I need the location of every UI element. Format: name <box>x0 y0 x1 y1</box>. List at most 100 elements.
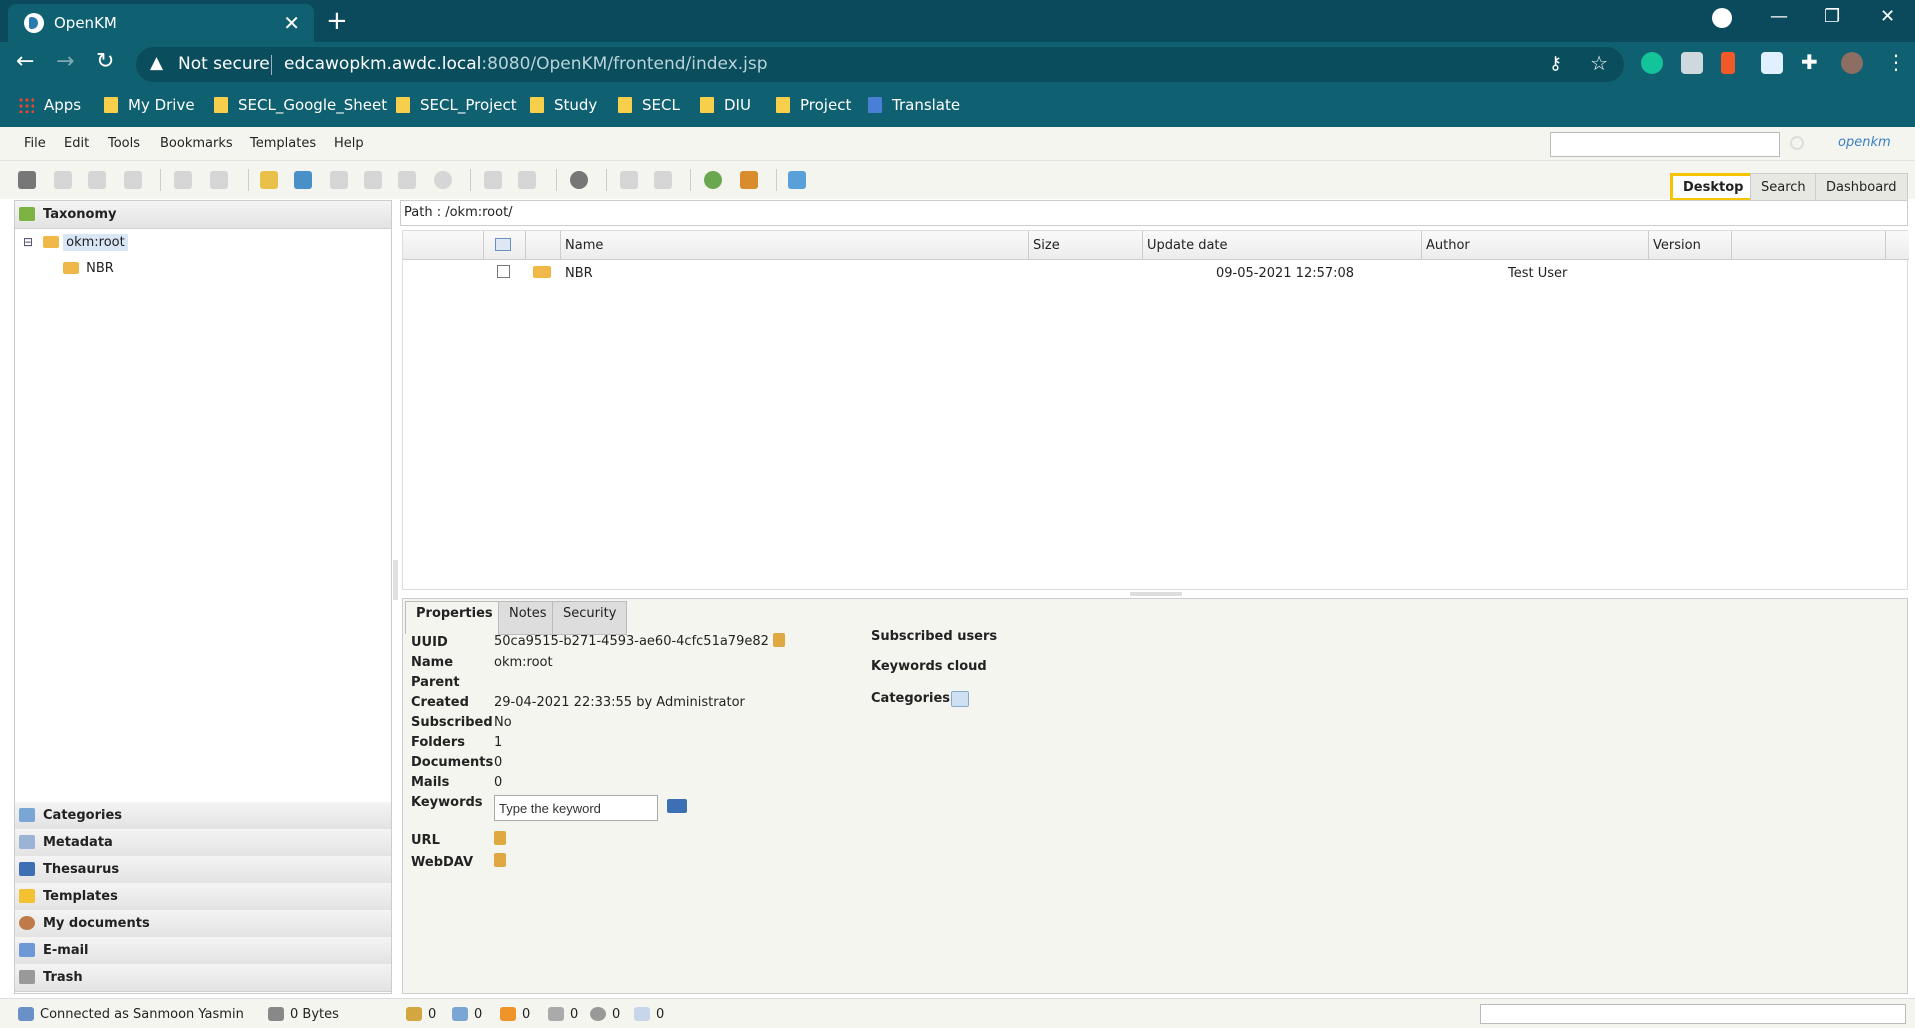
restore-button[interactable]: ❐ <box>1824 6 1840 27</box>
quick-search-input[interactable] <box>1550 132 1780 157</box>
checkout-docs-icon <box>452 1007 468 1021</box>
copy-url-icon[interactable] <box>494 831 506 847</box>
bookmark-apps[interactable]: Apps <box>18 96 81 114</box>
column-name[interactable]: Name <box>565 238 603 253</box>
copy-uuid-icon[interactable] <box>773 633 786 647</box>
column-update-date[interactable]: Update date <box>1147 238 1228 253</box>
new-tab-button[interactable]: + <box>326 6 348 36</box>
subscribe-icon[interactable] <box>620 171 638 189</box>
collapse-tree-icon[interactable]: ⊟ <box>23 235 33 249</box>
camera-extension-icon[interactable] <box>1681 52 1703 74</box>
forward-icon[interactable]: → <box>56 49 74 74</box>
bookmark-star-icon[interactable]: ☆ <box>1590 51 1608 75</box>
workflow-gear-icon[interactable] <box>570 171 588 189</box>
menu-bookmarks[interactable]: Bookmarks <box>160 136 233 151</box>
proposal-count[interactable]: 0 <box>634 1007 664 1022</box>
scanner-icon[interactable] <box>18 171 36 189</box>
bookmark-diu[interactable]: DIU <box>700 96 751 114</box>
column-version[interactable]: Version <box>1653 238 1701 253</box>
lock-icon[interactable] <box>54 171 72 189</box>
new-folder-icon[interactable] <box>260 171 278 189</box>
grammarly-extension-icon[interactable] <box>1641 52 1663 74</box>
remove-property-group-icon[interactable] <box>518 171 536 189</box>
my-documents-header[interactable]: My documents <box>15 910 391 938</box>
omnibox[interactable]: ▲ Not secure edcawopkm.awdc.local:8080/O… <box>136 47 1624 82</box>
unlock-icon[interactable] <box>88 171 106 189</box>
close-window-button[interactable]: ✕ <box>1880 6 1895 27</box>
menu-help[interactable]: Help <box>334 136 364 151</box>
email-header[interactable]: E-mail <box>15 937 391 965</box>
search-icon[interactable] <box>1790 136 1804 150</box>
menu-tools[interactable]: Tools <box>108 136 140 151</box>
menu-templates[interactable]: Templates <box>250 136 316 151</box>
unsubscribe-icon[interactable] <box>654 171 672 189</box>
menu-file[interactable]: File <box>24 136 46 151</box>
workflow-count[interactable]: 0 <box>590 1007 620 1022</box>
bookmark-secl-google-sheet[interactable]: SECL_Google_Sheet <box>214 96 387 114</box>
row-name[interactable]: NBR <box>565 266 593 281</box>
minimize-button[interactable]: — <box>1770 6 1788 27</box>
tab-close-icon[interactable]: ✕ <box>283 11 300 35</box>
browser-tab[interactable]: OpenKM ✕ <box>8 4 314 42</box>
row-checkbox[interactable] <box>497 265 510 278</box>
screen-record-extension-icon[interactable] <box>1761 52 1783 74</box>
bookmark-secl[interactable]: SECL <box>618 96 680 114</box>
export-icon[interactable] <box>788 171 806 189</box>
metadata-header[interactable]: Metadata <box>15 829 391 857</box>
column-size[interactable]: Size <box>1033 238 1060 253</box>
tab-properties[interactable]: Properties <box>405 601 504 634</box>
bookmark-translate[interactable]: Translate <box>868 96 960 114</box>
download-icon[interactable] <box>398 171 416 189</box>
extensions-puzzle-icon[interactable]: ✚ <box>1801 50 1818 74</box>
locked-count[interactable]: 0 <box>406 1007 436 1022</box>
profile-menu-icon[interactable] <box>1712 8 1732 28</box>
home-icon[interactable] <box>740 171 758 189</box>
checkout-count[interactable]: 0 <box>452 1007 482 1022</box>
bookmark-study[interactable]: Study <box>530 96 597 114</box>
checkin-icon[interactable] <box>210 171 228 189</box>
templates-header[interactable]: Templates <box>15 883 391 911</box>
copy-webdav-icon[interactable] <box>494 853 506 869</box>
print-icon[interactable] <box>124 171 142 189</box>
panel-splitter[interactable] <box>393 560 398 600</box>
categories-header[interactable]: Categories <box>15 802 391 830</box>
profile-avatar[interactable] <box>1841 52 1863 74</box>
reload-icon[interactable]: ↻ <box>96 49 114 74</box>
back-icon[interactable]: ← <box>16 49 34 74</box>
browser-menu-icon[interactable]: ⋮ <box>1886 50 1906 74</box>
add-category-icon[interactable] <box>951 691 969 707</box>
checkout-icon[interactable] <box>174 171 192 189</box>
security-status[interactable]: Not secure <box>178 54 270 74</box>
tree-node-nbr[interactable]: NBR <box>63 261 117 276</box>
column-author[interactable]: Author <box>1426 238 1470 253</box>
bookmark-my-drive[interactable]: My Drive <box>104 96 195 114</box>
bookmark-secl-project[interactable]: SECL_Project <box>396 96 517 114</box>
taxonomy-header[interactable]: Taxonomy <box>15 201 391 229</box>
url-text[interactable]: edcawopkm.awdc.local:8080/OpenKM/fronten… <box>284 54 768 74</box>
pane-resize-handle[interactable] <box>1130 592 1182 596</box>
menu-edit[interactable]: Edit <box>64 136 89 151</box>
thesaurus-header[interactable]: Thesaurus <box>15 856 391 884</box>
bookmark-project[interactable]: Project <box>776 96 851 114</box>
tree-node-root[interactable]: okm:root <box>43 234 128 251</box>
tab-security[interactable]: Security <box>552 601 628 635</box>
thesaurus-book-icon[interactable] <box>667 799 687 813</box>
trash-header[interactable]: Trash <box>15 964 391 992</box>
select-all-icon[interactable] <box>495 238 511 251</box>
pdf-extension-icon[interactable] <box>1721 52 1735 74</box>
mail-count[interactable]: 0 <box>500 1007 530 1022</box>
delete-icon[interactable] <box>434 171 452 189</box>
keyword-input[interactable] <box>494 795 658 821</box>
cancel-edit-icon[interactable] <box>364 171 382 189</box>
key-icon[interactable]: ⚷ <box>1549 53 1562 74</box>
add-document-icon[interactable] <box>294 171 312 189</box>
add-property-group-icon[interactable] <box>484 171 502 189</box>
tab-dashboard[interactable]: Dashboard <box>1815 173 1908 201</box>
tab-desktop[interactable]: Desktop <box>1670 173 1757 201</box>
tab-search[interactable]: Search <box>1750 173 1817 201</box>
refresh-icon[interactable] <box>704 171 722 189</box>
tab-notes[interactable]: Notes <box>498 601 558 635</box>
edit-document-icon[interactable] <box>330 171 348 189</box>
subscription-count[interactable]: 0 <box>548 1007 578 1022</box>
table-row[interactable]: NBR 09-05-2021 12:57:08 Test User <box>403 261 1909 287</box>
